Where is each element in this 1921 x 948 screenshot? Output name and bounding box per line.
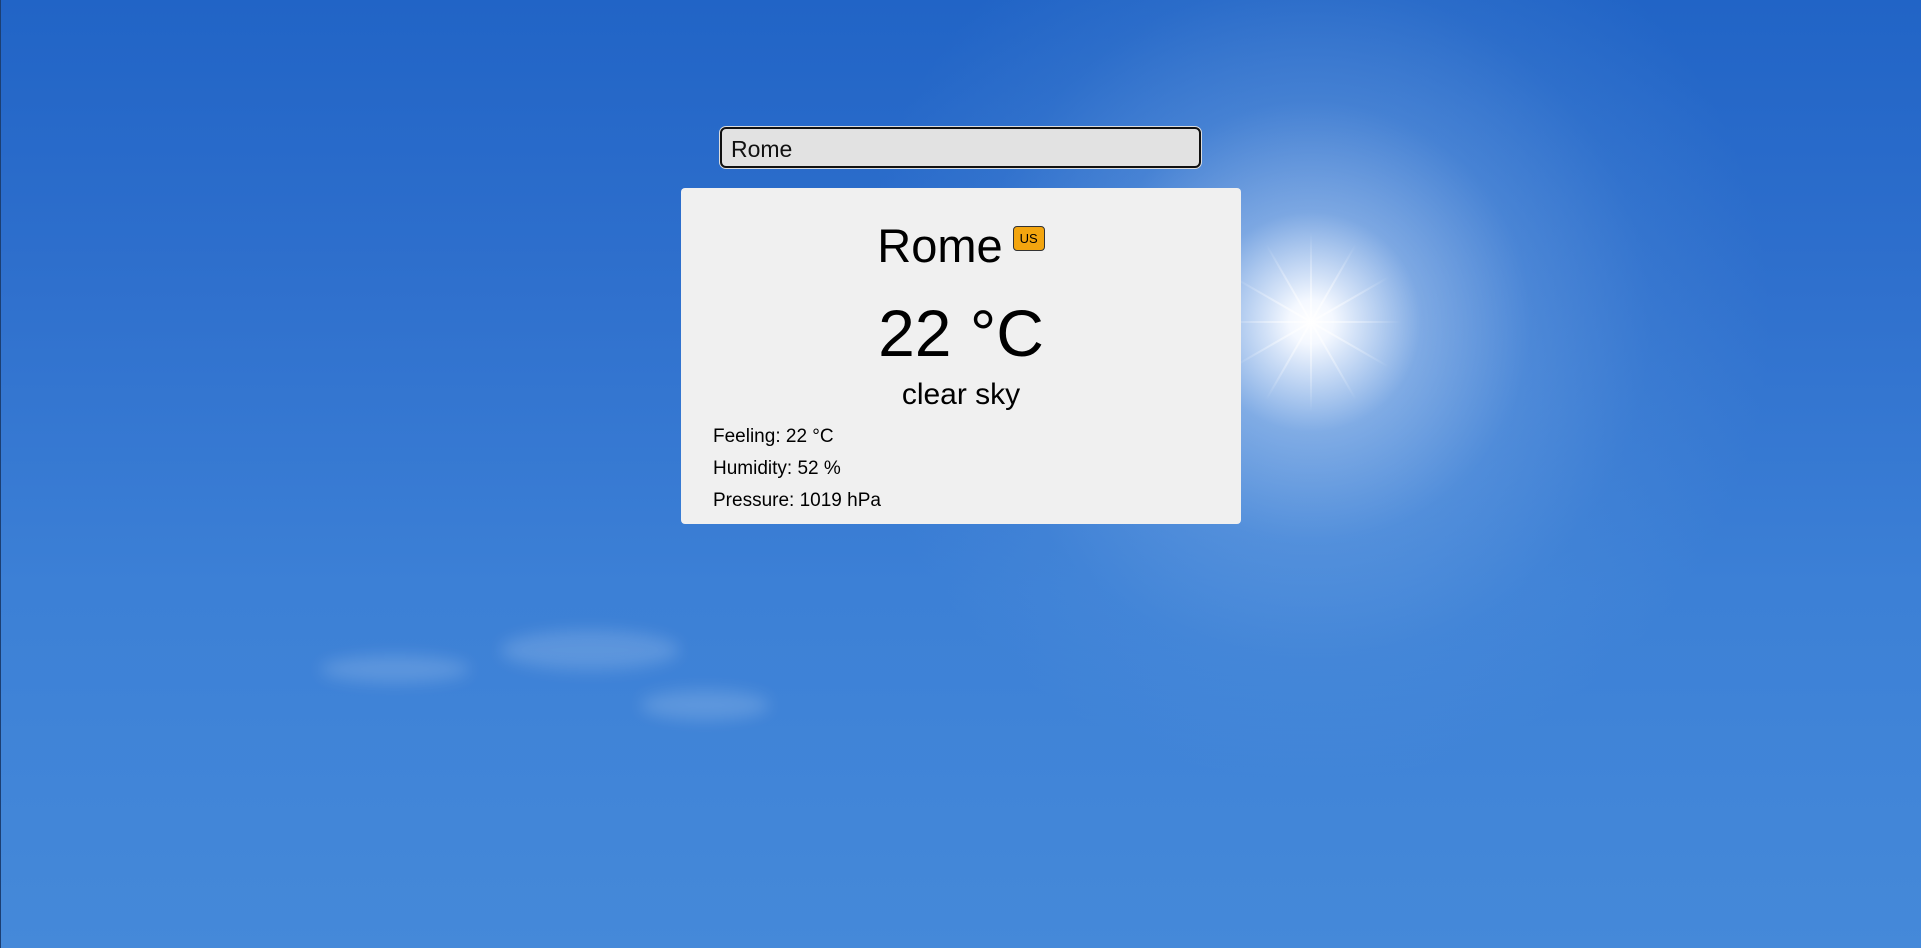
cloud bbox=[640, 690, 770, 720]
humidity-value: Humidity: 52 % bbox=[713, 458, 841, 479]
pressure-value: Pressure: 1019 hPa bbox=[713, 490, 881, 511]
country-badge: US bbox=[1012, 226, 1045, 251]
weather-details: Feeling: 22 °C Humidity: 52 % Pressure: … bbox=[713, 421, 881, 517]
city-header: Rome US bbox=[681, 218, 1241, 273]
temperature-value: 22 °C bbox=[878, 296, 1044, 370]
sky-background: Rome US 22 °C clear sky Feeling: 22 °C Hu… bbox=[0, 0, 1921, 948]
feeling-value: Feeling: 22 °C bbox=[713, 426, 834, 447]
cloud bbox=[320, 655, 470, 683]
weather-card: Rome US 22 °C clear sky Feeling: 22 °C Hu… bbox=[681, 188, 1241, 524]
cloud bbox=[500, 630, 680, 670]
window-edge bbox=[0, 0, 1, 948]
weather-description: clear sky bbox=[901, 378, 1021, 411]
city-search-input[interactable] bbox=[720, 127, 1201, 168]
city-name: Rome bbox=[877, 219, 1003, 272]
